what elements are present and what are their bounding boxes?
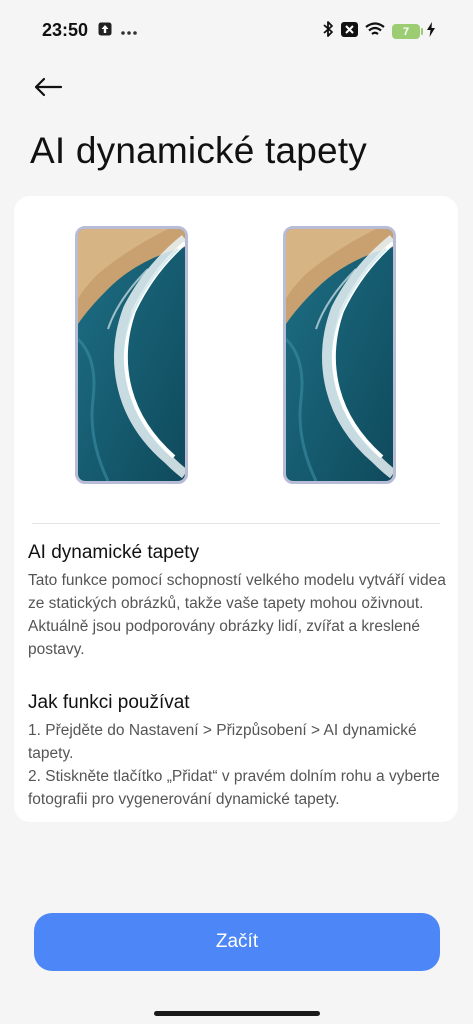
back-arrow-icon bbox=[33, 77, 63, 102]
howto-step-2: 2. Stiskněte tlačítko „Přidat“ v pravém … bbox=[28, 768, 440, 808]
upload-icon bbox=[98, 22, 112, 41]
battery-icon: 7 bbox=[392, 24, 423, 39]
charging-icon bbox=[427, 21, 435, 42]
start-button[interactable]: Začít bbox=[34, 913, 440, 971]
wave-wallpaper-preview bbox=[75, 226, 188, 484]
close-box-icon bbox=[341, 21, 358, 42]
wifi-icon bbox=[365, 21, 385, 42]
battery-level: 7 bbox=[402, 25, 410, 38]
back-button[interactable] bbox=[28, 72, 68, 106]
bluetooth-icon bbox=[322, 20, 334, 43]
divider bbox=[32, 523, 440, 524]
page-title: AI dynamické tapety bbox=[30, 130, 367, 171]
home-indicator[interactable] bbox=[154, 1011, 320, 1016]
status-bar: 23:50 7 bbox=[0, 0, 473, 62]
info-card: AI dynamické tapety Tato funkce pomocí s… bbox=[14, 196, 458, 822]
status-right-icons: 7 bbox=[322, 20, 435, 43]
wave-wallpaper-preview bbox=[283, 226, 396, 484]
more-dots-icon bbox=[120, 23, 138, 41]
section-title-about: AI dynamické tapety bbox=[28, 542, 200, 563]
status-time: 23:50 bbox=[42, 20, 89, 40]
howto-step-1: 1. Přejděte do Nastavení > Přizpůsobení … bbox=[28, 722, 417, 762]
section-title-howto: Jak funkci používat bbox=[28, 692, 190, 713]
status-left-icons bbox=[98, 22, 138, 41]
section-text-about: Tato funkce pomocí schopností velkého mo… bbox=[28, 572, 446, 658]
